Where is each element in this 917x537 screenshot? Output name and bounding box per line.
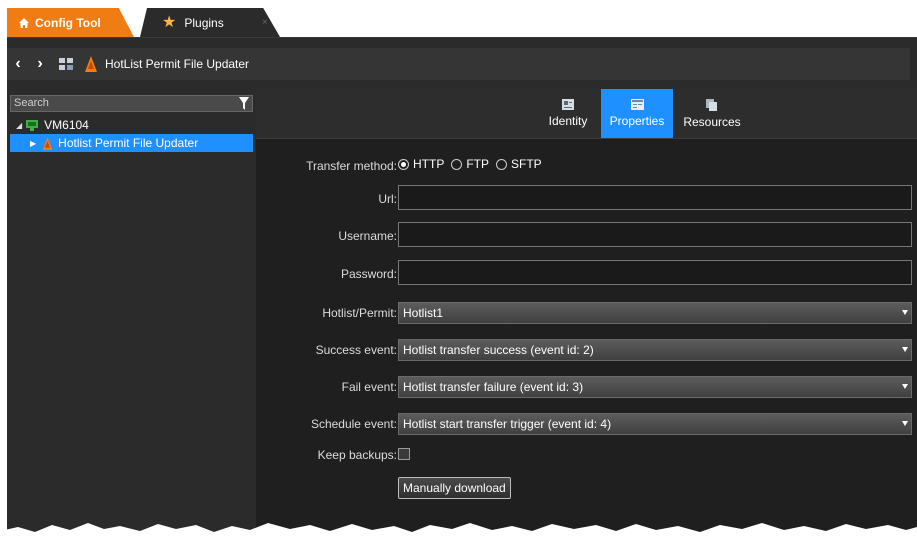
plugin-icon (42, 136, 53, 150)
schedule-event-label: Schedule event: (310, 417, 397, 431)
back-icon[interactable]: ‹ (7, 55, 29, 73)
home-icon (19, 17, 29, 28)
properties-icon (630, 99, 644, 110)
radio-http-dot[interactable] (398, 158, 409, 170)
expand-icon[interactable]: ◢ (16, 121, 22, 130)
keep-backups-checkbox[interactable] (398, 448, 410, 460)
radio-sftp-dot[interactable] (496, 158, 508, 170)
breadcrumb-title: HotList Permit File Updater (105, 57, 250, 71)
chevron-down-icon (902, 384, 908, 389)
forward-icon[interactable]: › (29, 55, 51, 73)
tree-item-plugin-label: Hotlist Permit File Updater (58, 136, 199, 150)
chevron-down-icon (902, 421, 908, 426)
chevron-down-icon (902, 347, 908, 352)
username-field[interactable] (398, 222, 912, 247)
tab-strip: Config Tool ★ Plugins × (0, 0, 917, 37)
schedule-event-value: Hotlist start transfer trigger (event id… (403, 417, 612, 431)
hotlist-value: Hotlist1 (403, 306, 444, 320)
success-event-select[interactable]: Hotlist transfer success (event id: 2) (398, 339, 912, 361)
properties-panel: Identity Properties Resources Transfer m… (256, 89, 917, 537)
tab-config-tool[interactable]: Config Tool (7, 8, 134, 37)
password-field[interactable] (398, 260, 912, 285)
view-tab-bar: Identity Properties Resources (256, 89, 917, 139)
hotlist-select[interactable]: Hotlist1 (398, 302, 912, 324)
resources-icon (706, 98, 717, 111)
password-label: Password: (340, 267, 397, 281)
radio-ftp[interactable]: FTP (451, 157, 489, 171)
close-icon[interactable]: × (262, 17, 268, 28)
tree-item-server[interactable]: ◢ VM6104 (10, 116, 256, 134)
schedule-event-select[interactable]: Hotlist start transfer trigger (event id… (398, 413, 912, 435)
chevron-down-icon (902, 310, 908, 315)
address-bar-inner: ‹ › HotList Permit File Updater (7, 48, 910, 80)
identity-icon (562, 99, 574, 110)
radio-ftp-dot[interactable] (451, 158, 463, 170)
tab-identity-label: Identity (548, 114, 588, 128)
username-label: Username: (338, 229, 397, 243)
entity-tree-panel: Search ◢ VM6104 ▶ Hotlist Permit File Up… (7, 89, 256, 537)
search-placeholder: Search (14, 97, 49, 109)
fail-event-value: Hotlist transfer failure (event id: 3) (403, 380, 584, 394)
address-bar: ‹ › HotList Permit File Updater (7, 37, 917, 90)
success-event-label: Success event: (315, 343, 397, 357)
tab-config-tool-label: Config Tool (35, 15, 101, 30)
radio-http[interactable]: HTTP (398, 157, 444, 171)
torn-edge-decoration (0, 523, 917, 537)
tab-plugins[interactable]: ★ Plugins (140, 8, 280, 37)
tab-plugins-label: Plugins (184, 15, 224, 30)
transfer-method-group: HTTP FTP SFTP (398, 157, 549, 171)
tab-properties-label: Properties (609, 114, 665, 128)
radio-sftp-label: SFTP (511, 157, 542, 171)
tile-icon[interactable] (59, 58, 73, 70)
transfer-method-label: Transfer method: (306, 159, 397, 173)
url-label: Url: (378, 192, 397, 206)
fail-event-label: Fail event: (341, 380, 397, 394)
fail-event-select[interactable]: Hotlist transfer failure (event id: 3) (398, 376, 912, 398)
tree-item-plugin[interactable]: ▶ Hotlist Permit File Updater (10, 134, 253, 152)
tab-resources-label: Resources (683, 114, 741, 129)
radio-http-label: HTTP (413, 157, 445, 171)
radio-ftp-label: FTP (466, 157, 490, 171)
radio-sftp[interactable]: SFTP (496, 157, 542, 171)
expand-icon[interactable]: ▶ (30, 139, 36, 148)
hotlist-label: Hotlist/Permit: (322, 306, 397, 320)
keep-backups-label: Keep backups: (317, 448, 397, 462)
manually-download-button[interactable]: Manually download (398, 477, 511, 499)
tree-item-server-label: VM6104 (44, 118, 89, 132)
success-event-value: Hotlist transfer success (event id: 2) (403, 343, 594, 357)
tab-properties[interactable]: Properties (601, 89, 673, 138)
star-icon: ★ (162, 13, 177, 31)
plugin-icon (85, 56, 97, 72)
url-field[interactable] (398, 185, 912, 210)
tab-identity[interactable]: Identity (539, 89, 597, 138)
filter-icon[interactable] (239, 97, 249, 110)
server-icon (26, 120, 39, 131)
tab-resources[interactable]: Resources (680, 89, 744, 138)
search-input[interactable]: Search (10, 95, 253, 112)
